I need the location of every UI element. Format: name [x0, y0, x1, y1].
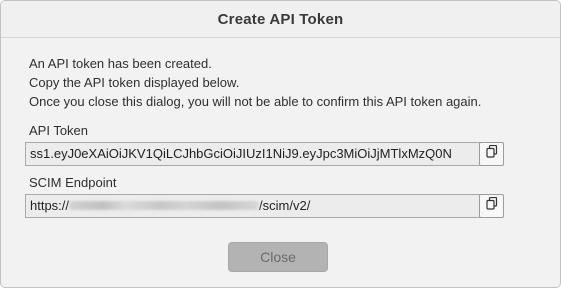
api-token-value: ss1.eyJ0eXAiOiJKV1QiLCJhbGciOiJIUzI1NiJ9… — [30, 146, 452, 161]
scim-endpoint-field[interactable]: https:// /scim/v2/ — [25, 194, 480, 218]
message-line: Copy the API token displayed below. — [29, 75, 240, 90]
dialog-titlebar: Create API Token — [1, 1, 560, 38]
scim-endpoint-suffix: /scim/v2/ — [259, 198, 311, 213]
copy-icon — [485, 144, 498, 163]
dialog-message: An API token has been created. Copy the … — [29, 54, 560, 111]
scim-endpoint-prefix: https:// — [30, 198, 70, 213]
api-token-label: API Token — [29, 123, 89, 138]
message-line: An API token has been created. — [29, 56, 212, 71]
create-api-token-dialog: Create API Token An API token has been c… — [0, 0, 561, 288]
redacted-host — [69, 201, 260, 211]
copy-scim-endpoint-button[interactable] — [479, 194, 504, 218]
copy-icon — [485, 196, 498, 215]
dialog-title: Create API Token — [217, 10, 344, 28]
close-button[interactable]: Close — [228, 242, 328, 272]
message-line: Once you close this dialog, you will not… — [29, 94, 482, 109]
copy-api-token-button[interactable] — [479, 142, 504, 166]
api-token-field[interactable]: ss1.eyJ0eXAiOiJKV1QiLCJhbGciOiJIUzI1NiJ9… — [25, 142, 480, 166]
scim-endpoint-label: SCIM Endpoint — [29, 175, 117, 190]
